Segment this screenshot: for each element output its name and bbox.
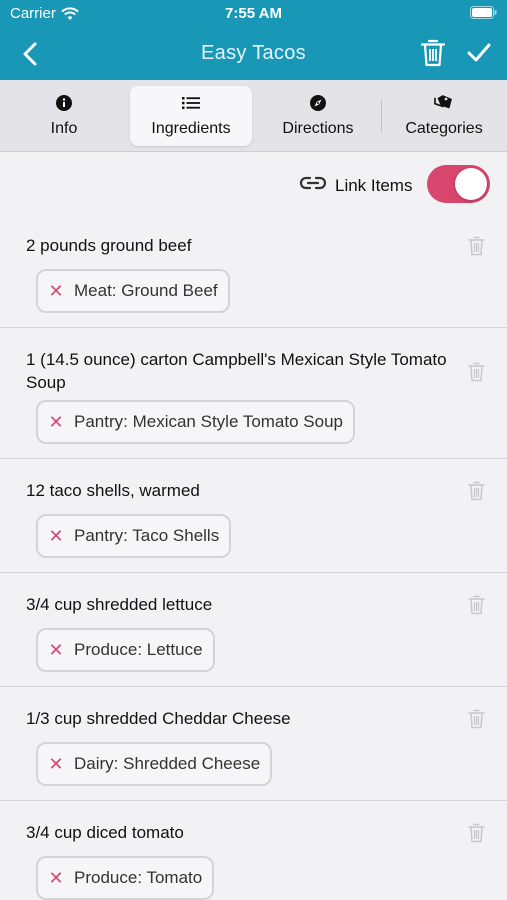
- tab-directions[interactable]: Directions: [262, 86, 374, 146]
- remove-link-icon[interactable]: ✕: [48, 412, 64, 433]
- linked-item-chip[interactable]: ✕ Pantry: Mexican Style Tomato Soup: [36, 400, 355, 444]
- linked-item-label: Dairy: Shredded Cheese: [74, 754, 261, 773]
- checkmark-icon[interactable]: [466, 40, 492, 66]
- remove-link-icon[interactable]: ✕: [48, 526, 64, 547]
- trash-icon[interactable]: [468, 362, 485, 382]
- ingredient-text[interactable]: 3/4 cup diced tomato: [26, 821, 447, 844]
- trash-icon[interactable]: [468, 595, 485, 615]
- status-time: 7:55 AM: [225, 5, 282, 22]
- tab-ingredients-label: Ingredients: [151, 120, 231, 137]
- linked-item-label: Produce: Lettuce: [74, 640, 203, 659]
- ingredient-text[interactable]: 1 (14.5 ounce) carton Campbell's Mexican…: [26, 348, 447, 394]
- linked-item-label: Pantry: Mexican Style Tomato Soup: [74, 412, 343, 431]
- ingredient-text[interactable]: 2 pounds ground beef: [26, 234, 447, 257]
- ingredient-text[interactable]: 1/3 cup shredded Cheddar Cheese: [26, 707, 447, 730]
- tab-divider: [381, 100, 382, 132]
- remove-link-icon[interactable]: ✕: [48, 754, 64, 775]
- linked-item-label: Meat: Ground Beef: [74, 281, 218, 300]
- remove-link-icon[interactable]: ✕: [48, 281, 64, 302]
- nav-bar: Easy Tacos: [0, 28, 507, 80]
- trash-icon[interactable]: [468, 709, 485, 729]
- tab-directions-label: Directions: [282, 120, 354, 137]
- list-item: 1/3 cup shredded Cheddar Cheese ✕ Dairy:…: [0, 687, 507, 801]
- list-icon: [182, 97, 200, 109]
- list-item: 3/4 cup diced tomato ✕ Produce: Tomato: [0, 801, 507, 900]
- linked-item-chip[interactable]: ✕ Pantry: Taco Shells: [36, 514, 232, 558]
- tab-categories-label: Categories: [405, 120, 483, 137]
- header: Carrier 7:55 AM Easy Tacos: [0, 0, 507, 80]
- remove-link-icon[interactable]: ✕: [48, 640, 64, 661]
- link-items-label: Link Items: [335, 176, 413, 195]
- tab-info-label: Info: [50, 120, 78, 137]
- compass-icon: [310, 95, 326, 111]
- ingredient-text[interactable]: 12 taco shells, warmed: [26, 479, 447, 502]
- link-icon: [299, 176, 327, 190]
- linked-item-chip[interactable]: ✕ Produce: Tomato: [36, 856, 215, 900]
- linked-item-chip[interactable]: ✕ Dairy: Shredded Cheese: [36, 742, 273, 786]
- ingredient-list: 2 pounds ground beef ✕ Meat: Ground Beef…: [0, 214, 507, 900]
- ingredient-text[interactable]: 3/4 cup shredded lettuce: [26, 593, 447, 616]
- tab-ingredients[interactable]: Ingredients: [130, 86, 252, 146]
- status-bar: Carrier 7:55 AM: [0, 0, 507, 28]
- linked-item-chip[interactable]: ✕ Produce: Lettuce: [36, 628, 215, 672]
- list-item: 3/4 cup shredded lettuce ✕ Produce: Lett…: [0, 573, 507, 687]
- linked-item-label: Produce: Tomato: [74, 868, 203, 887]
- linked-item-chip[interactable]: ✕ Meat: Ground Beef: [36, 269, 230, 313]
- tab-categories[interactable]: Categories: [389, 86, 499, 146]
- tags-icon: [434, 95, 452, 109]
- tab-bar: Info Ingredients Directions Categories: [0, 80, 507, 152]
- battery-icon: [470, 6, 497, 19]
- link-items-row: Link Items: [0, 160, 507, 210]
- trash-icon[interactable]: [420, 38, 446, 68]
- link-items-toggle[interactable]: [427, 165, 490, 203]
- trash-icon[interactable]: [468, 236, 485, 256]
- trash-icon[interactable]: [468, 823, 485, 843]
- trash-icon[interactable]: [468, 481, 485, 501]
- list-item: 1 (14.5 ounce) carton Campbell's Mexican…: [0, 328, 507, 459]
- list-item: 2 pounds ground beef ✕ Meat: Ground Beef: [0, 214, 507, 328]
- remove-link-icon[interactable]: ✕: [48, 868, 64, 889]
- linked-item-label: Pantry: Taco Shells: [74, 526, 220, 545]
- toggle-knob: [455, 168, 487, 200]
- list-item: 12 taco shells, warmed ✕ Pantry: Taco Sh…: [0, 459, 507, 573]
- info-icon: [56, 95, 72, 111]
- tab-info[interactable]: Info: [8, 86, 120, 146]
